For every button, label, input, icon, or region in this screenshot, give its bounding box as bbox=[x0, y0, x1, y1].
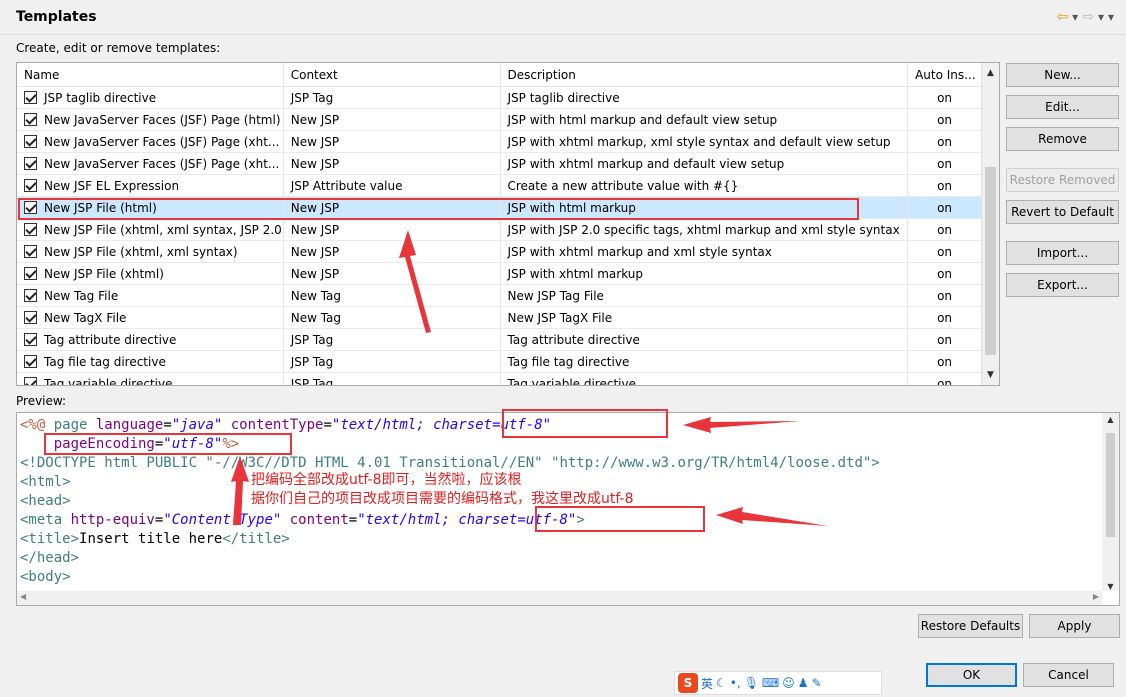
sogou-logo-icon[interactable]: S bbox=[678, 673, 698, 693]
ime-language-toggle[interactable]: 英 bbox=[701, 675, 713, 692]
restore-defaults-button[interactable]: Restore Defaults bbox=[918, 614, 1023, 638]
templates-dialog: Templates ⇦ ▾ ⇨ ▾ ▾ Create, edit or remo… bbox=[0, 0, 1126, 697]
annotation-note-line-1: 把编码全部改成utf-8即可，当然啦，应该根 bbox=[251, 472, 522, 488]
arrow-up-to-row bbox=[399, 230, 431, 333]
annotation-arrows bbox=[231, 230, 828, 526]
ime-toolbar: S 英 ☾ •, 🎙 ⌨ ☺ ♟ ✎ bbox=[674, 671, 882, 695]
moon-icon[interactable]: ☾ bbox=[716, 676, 727, 690]
ok-button[interactable]: OK bbox=[926, 663, 1017, 687]
skin-icon[interactable]: ♟ bbox=[798, 676, 809, 690]
microphone-icon[interactable]: 🎙 bbox=[744, 676, 759, 690]
arrow-left-charset-1 bbox=[683, 417, 800, 433]
apply-button[interactable]: Apply bbox=[1029, 614, 1120, 638]
cancel-button[interactable]: Cancel bbox=[1023, 663, 1114, 687]
user-icon[interactable]: ☺ bbox=[782, 676, 795, 690]
arrow-up-to-encoding bbox=[231, 456, 249, 525]
wrench-icon[interactable]: ✎ bbox=[812, 676, 822, 690]
punctuation-icon[interactable]: •, bbox=[730, 676, 741, 690]
annotation-note-line-2: 据你们自己的项目改成项目需要的编码格式，我这里改成utf-8 bbox=[251, 491, 634, 507]
keyboard-icon[interactable]: ⌨ bbox=[762, 676, 779, 690]
arrow-left-charset-2 bbox=[716, 507, 828, 526]
